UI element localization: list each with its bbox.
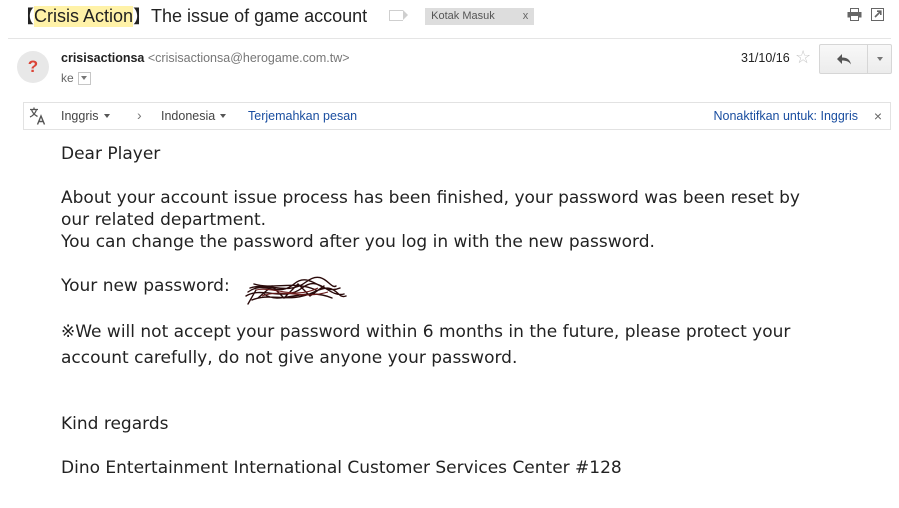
email-subject: 【 Crisis Action 】 The issue of game acco… bbox=[16, 3, 535, 29]
reply-button-group bbox=[819, 44, 892, 74]
sender-info: crisisactionsa <crisisactionsa@herogame.… bbox=[61, 51, 350, 65]
greeting: Dear Player bbox=[61, 144, 161, 164]
importance-marker-icon[interactable] bbox=[389, 9, 409, 21]
dropdown-arrow-icon bbox=[876, 57, 883, 61]
translate-bar: Inggris › Indonesia Terjemahkan pesan No… bbox=[23, 102, 891, 130]
recipient-label: ke bbox=[61, 71, 74, 85]
password-label: Your new password: bbox=[61, 276, 230, 296]
body-paragraph-line: our related department. bbox=[61, 210, 267, 230]
more-actions-button[interactable] bbox=[868, 45, 891, 73]
subject-bracket-open: 【 bbox=[16, 7, 34, 27]
disable-translation-link[interactable]: Nonaktifkan untuk: Inggris bbox=[713, 109, 858, 123]
new-window-icon[interactable] bbox=[871, 8, 886, 21]
header-divider bbox=[8, 38, 891, 39]
sender-email: <crisisactionsa@herogame.com.tw> bbox=[147, 51, 350, 65]
subject-highlight: Crisis Action bbox=[34, 5, 134, 27]
show-details-button[interactable] bbox=[77, 71, 91, 85]
redacted-password-scribble bbox=[245, 276, 347, 305]
print-icon[interactable] bbox=[847, 8, 862, 21]
translate-message-link[interactable]: Terjemahkan pesan bbox=[248, 109, 357, 123]
warning-line: account carefully, do not give anyone yo… bbox=[61, 348, 518, 368]
message-date: 31/10/16 bbox=[741, 51, 790, 65]
language-arrow-icon: › bbox=[137, 107, 142, 123]
chevron-down-icon bbox=[103, 114, 110, 118]
star-icon[interactable]: ☆ bbox=[795, 47, 811, 68]
reply-button[interactable] bbox=[820, 45, 868, 73]
translate-icon bbox=[29, 106, 47, 126]
target-language-label: Indonesia bbox=[161, 109, 216, 123]
close-icon[interactable]: × bbox=[874, 108, 882, 124]
chevron-down-icon bbox=[220, 114, 227, 118]
inbox-label-chip[interactable]: Kotak Masuk x bbox=[425, 7, 535, 25]
source-language-select[interactable]: Inggris bbox=[61, 109, 110, 123]
sender-avatar[interactable]: ? bbox=[17, 51, 49, 83]
target-language-select[interactable]: Indonesia bbox=[161, 109, 227, 123]
inbox-label-text: Kotak Masuk bbox=[431, 9, 495, 22]
closing: Kind regards bbox=[61, 414, 169, 434]
recipient-line: ke bbox=[61, 71, 91, 85]
reply-icon bbox=[836, 54, 851, 65]
source-language-label: Inggris bbox=[61, 109, 99, 123]
remove-label-button[interactable]: x bbox=[523, 10, 529, 22]
unknown-sender-icon: ? bbox=[27, 57, 39, 76]
body-paragraph-line: About your account issue process has bee… bbox=[61, 188, 800, 208]
warning-line: ※We will not accept your password within… bbox=[61, 322, 791, 342]
subject-bracket-close: 】 bbox=[133, 7, 152, 27]
sender-name[interactable]: crisisactionsa bbox=[61, 51, 144, 65]
subject-text: The issue of game account bbox=[151, 5, 368, 26]
signature: Dino Entertainment International Custome… bbox=[61, 458, 622, 478]
body-paragraph-line: You can change the password after you lo… bbox=[61, 232, 655, 252]
chevron-down-icon bbox=[81, 76, 88, 80]
